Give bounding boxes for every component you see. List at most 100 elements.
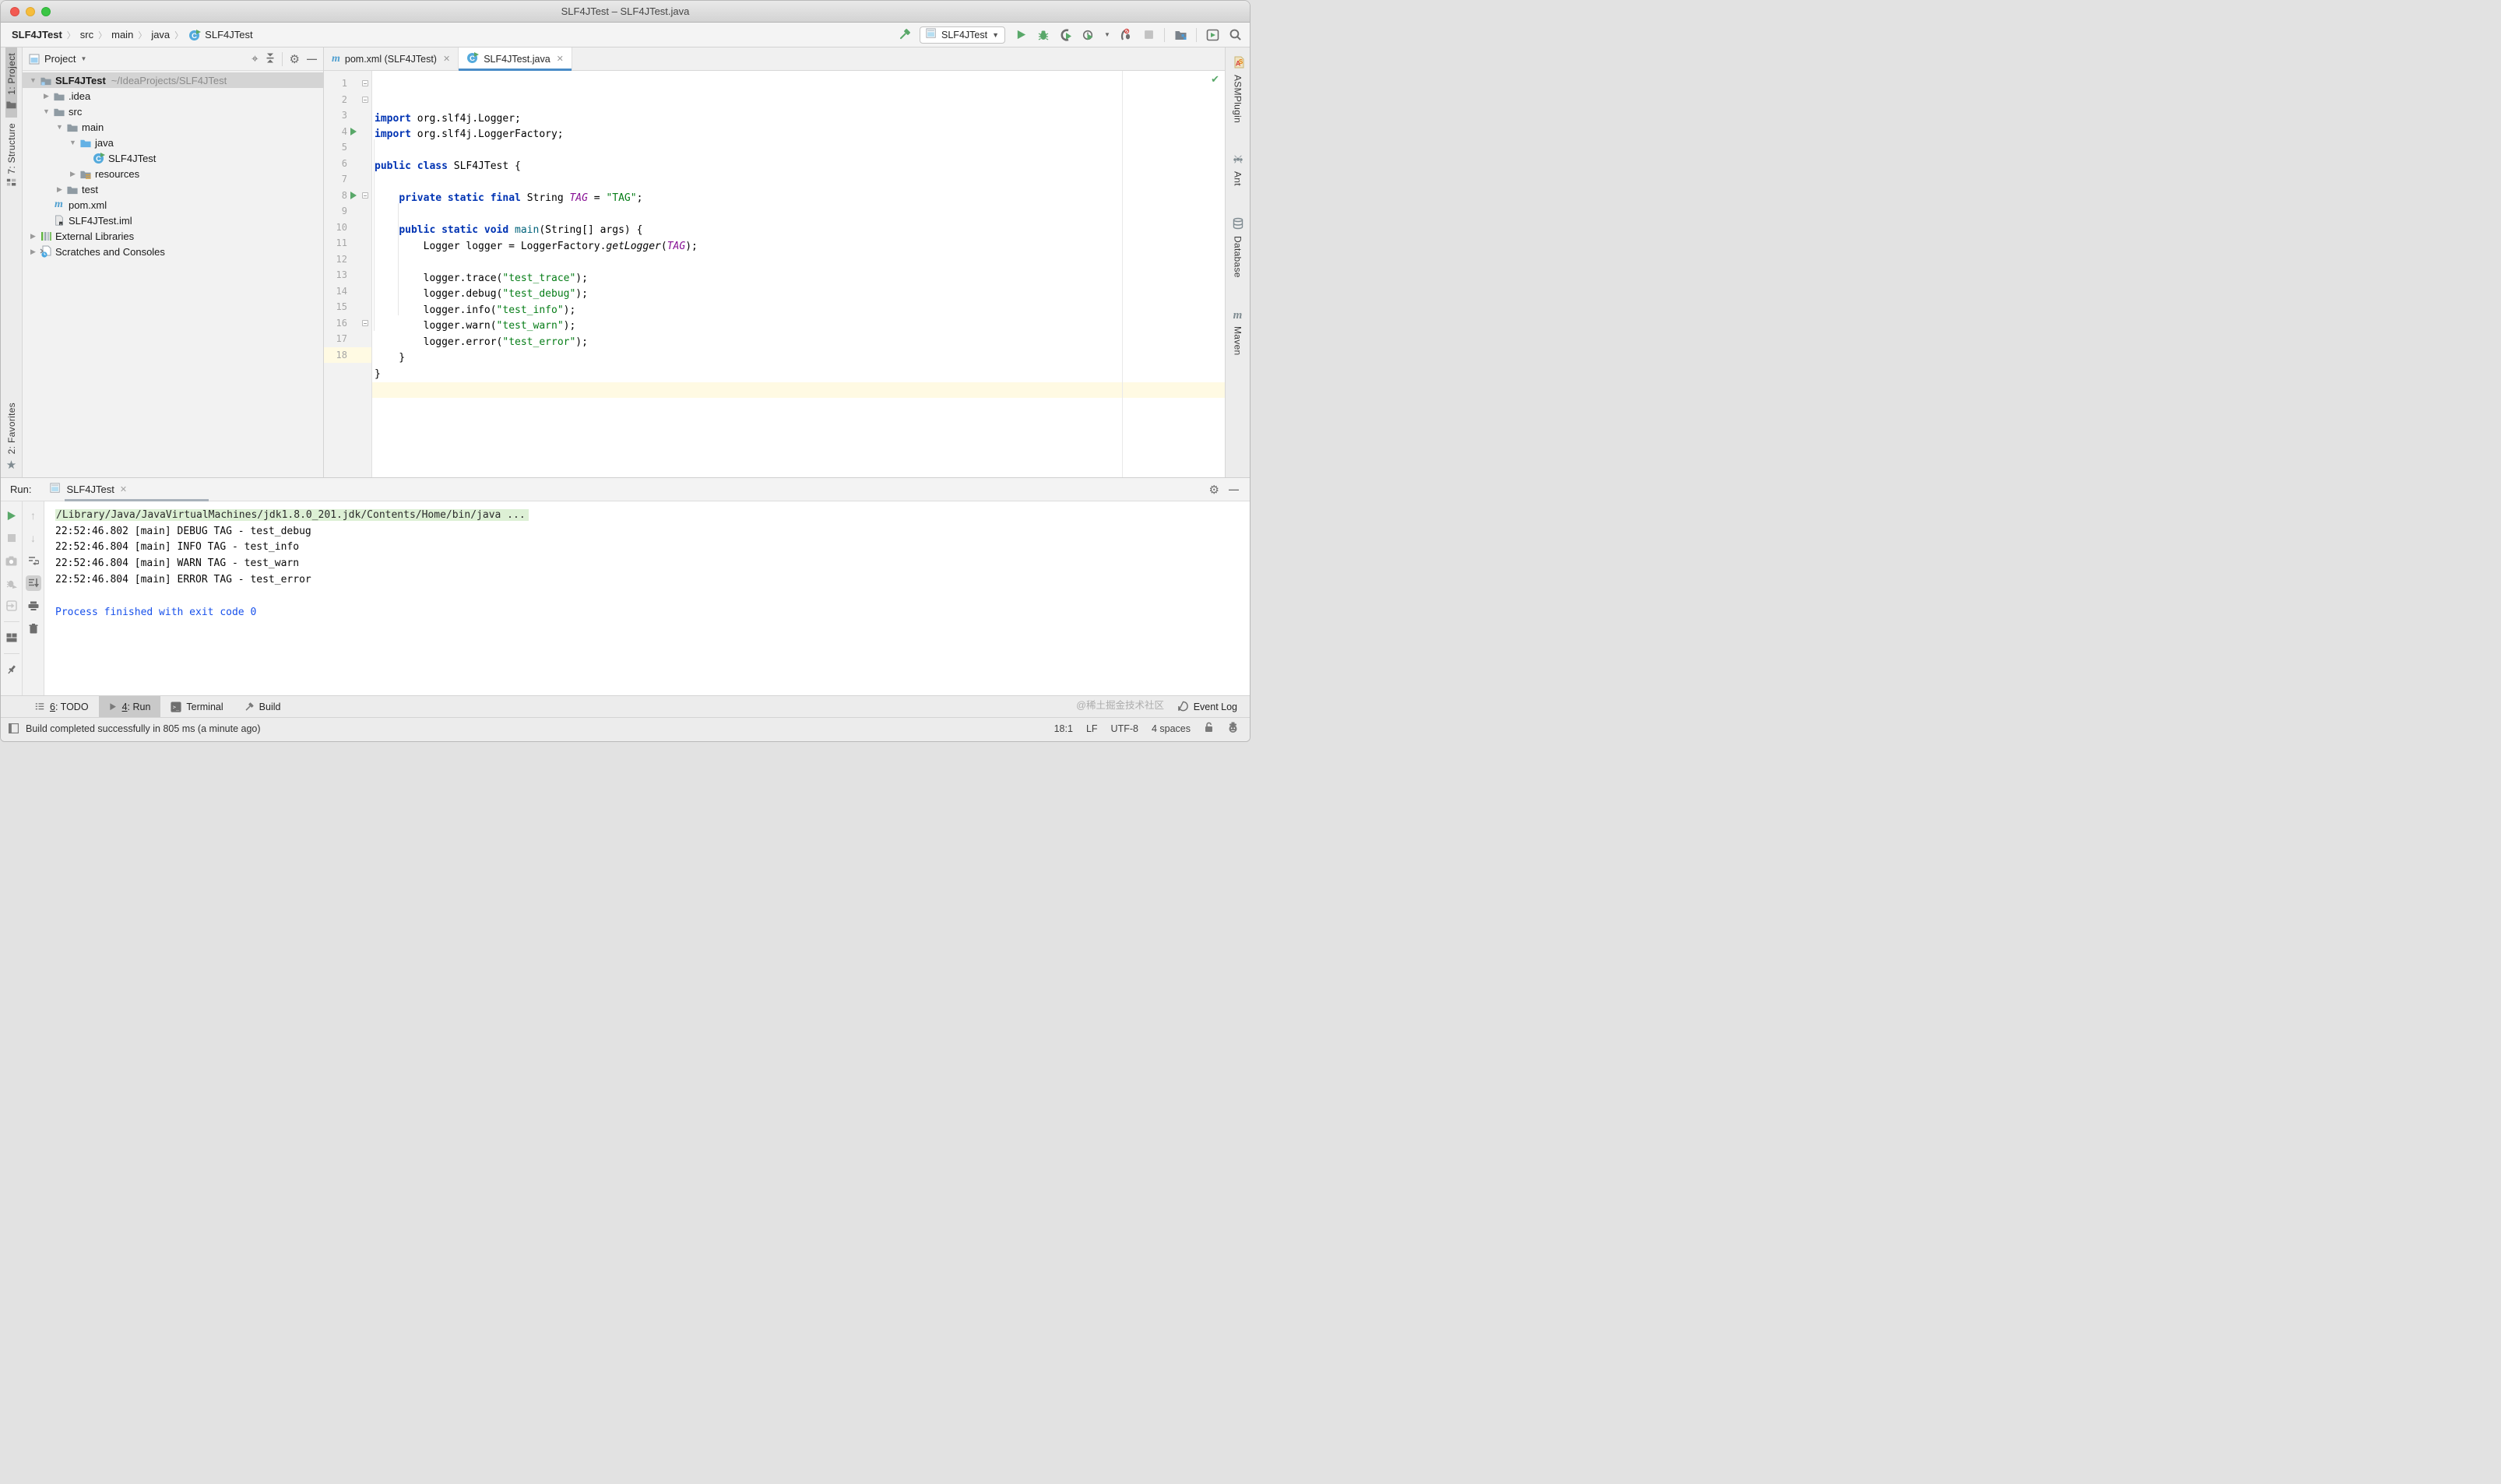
event-log-button[interactable]: Event Log	[1177, 696, 1250, 717]
tree-item-resources[interactable]: ▶resources	[23, 166, 323, 181]
tree-expand-icon[interactable]: ▼	[40, 107, 52, 115]
code-line-8[interactable]: public static void main(String[] args) {	[372, 223, 1225, 239]
stripe-button-1-project[interactable]: 1: Project	[5, 47, 17, 118]
stripe-button-ant[interactable]: Ant	[1232, 149, 1244, 192]
tree-expand-icon[interactable]: ▶	[67, 170, 79, 178]
restart-debug-icon[interactable]	[4, 575, 19, 591]
tree-item-src[interactable]: ▼src	[23, 104, 323, 119]
tree-item-pom-xml[interactable]: mpom.xml	[23, 197, 323, 213]
gradle-gnome-icon[interactable]	[1227, 722, 1239, 736]
breadcrumb-src[interactable]: src	[80, 29, 93, 40]
run-with-coverage-button[interactable]	[1059, 28, 1073, 42]
line-number[interactable]: 10	[324, 222, 347, 233]
stop-process-button[interactable]	[4, 530, 19, 546]
line-number[interactable]: 6	[324, 158, 347, 169]
gear-icon[interactable]: ⚙	[290, 52, 300, 66]
close-icon[interactable]: ✕	[120, 484, 127, 494]
fold-marker-icon[interactable]	[362, 192, 368, 199]
line-number[interactable]: 5	[324, 142, 347, 153]
tree-expand-icon[interactable]: ▶	[54, 185, 65, 194]
tree-item-slf4jtest[interactable]: CSLF4JTest	[23, 150, 323, 166]
tree-item-java[interactable]: ▼java	[23, 135, 323, 150]
locate-file-icon[interactable]: ⌖	[252, 52, 258, 65]
tool-window-toggle-icon[interactable]	[9, 723, 19, 733]
stripe-button-asmplugin[interactable]: ASASMPlugin	[1232, 51, 1244, 128]
file-encoding[interactable]: UTF-8	[1111, 723, 1138, 734]
code-line-7[interactable]	[372, 206, 1225, 223]
attach-debugger-button[interactable]	[1119, 28, 1133, 42]
line-number[interactable]: 7	[324, 174, 347, 185]
code-line-5[interactable]	[372, 174, 1225, 191]
tree-item-slf4jtest[interactable]: ▼SLF4JTest~/IdeaProjects/SLF4JTest	[23, 72, 323, 88]
stripe-button-maven[interactable]: mMaven	[1233, 304, 1243, 361]
capture-snapshot-icon[interactable]	[4, 553, 19, 568]
tool-window-button-build[interactable]: Build	[234, 696, 291, 717]
code-line-16[interactable]: }	[372, 350, 1225, 367]
code-line-9[interactable]: Logger logger = LoggerFactory.getLogger(…	[372, 238, 1225, 255]
fold-marker-icon[interactable]	[362, 80, 368, 86]
code-line-14[interactable]: logger.warn("test_warn");	[372, 318, 1225, 335]
build-hammer-icon[interactable]	[897, 28, 911, 42]
line-number[interactable]: 16	[324, 318, 347, 329]
breadcrumb-java[interactable]: java	[151, 29, 170, 40]
line-number[interactable]: 8	[324, 190, 347, 201]
code-line-10[interactable]	[372, 255, 1225, 271]
rerun-button[interactable]	[4, 508, 19, 523]
indent-style[interactable]: 4 spaces	[1152, 723, 1191, 734]
breadcrumb-class[interactable]: SLF4JTest	[205, 29, 252, 40]
code-line-3[interactable]	[372, 142, 1225, 159]
tool-window-button-4-run[interactable]: 4: Run	[99, 696, 161, 717]
tree-expand-icon[interactable]: ▶	[27, 232, 39, 241]
close-icon[interactable]: ✕	[557, 54, 564, 64]
tree-item-external-libraries[interactable]: ▶External Libraries	[23, 228, 323, 244]
line-number[interactable]: 14	[324, 286, 347, 297]
tree-expand-icon[interactable]: ▼	[67, 139, 79, 146]
tab-slf4jtest-java[interactable]: C SLF4JTest.java ✕	[459, 47, 572, 70]
pin-tab-icon[interactable]	[4, 662, 19, 677]
readonly-lock-icon[interactable]	[1204, 722, 1214, 735]
run-line-icon[interactable]	[350, 128, 357, 135]
line-number[interactable]: 2	[324, 94, 347, 105]
run-tab[interactable]: SLF4JTest ✕	[50, 483, 127, 496]
code-area[interactable]: import org.slf4j.Logger;import org.slf4j…	[372, 71, 1225, 477]
tree-item-scratches-and-consoles[interactable]: ▶Scratches and Consoles	[23, 244, 323, 259]
hide-panel-icon[interactable]: —	[307, 53, 317, 65]
clear-console-icon[interactable]	[26, 621, 41, 636]
line-number[interactable]: 1	[324, 78, 347, 89]
tool-window-button-terminal[interactable]: >_Terminal	[160, 696, 233, 717]
line-number[interactable]: 18	[324, 350, 347, 360]
hide-panel-icon[interactable]: —	[1229, 484, 1239, 495]
collapse-all-icon[interactable]	[266, 53, 275, 65]
stop-button[interactable]	[1141, 28, 1156, 42]
line-number[interactable]: 12	[324, 254, 347, 265]
gear-icon[interactable]: ⚙	[1209, 483, 1219, 497]
tree-expand-icon[interactable]: ▶	[27, 248, 39, 256]
tree-expand-icon[interactable]: ▼	[54, 123, 65, 131]
code-editor[interactable]: 123456789101112131415161718 import org.s…	[324, 71, 1225, 477]
tool-window-button-6-todo[interactable]: 6: TODO	[24, 696, 99, 717]
code-line-18[interactable]	[372, 382, 1225, 399]
console-command-line[interactable]: /Library/Java/JavaVirtualMachines/jdk1.8…	[55, 509, 529, 521]
debug-button[interactable]	[1036, 28, 1050, 42]
tab-pom-xml[interactable]: m pom.xml (SLF4JTest) ✕	[324, 47, 459, 70]
print-icon[interactable]	[26, 598, 41, 614]
run-console[interactable]: /Library/Java/JavaVirtualMachines/jdk1.8…	[44, 501, 1250, 695]
profiler-button[interactable]	[1082, 28, 1096, 42]
code-line-11[interactable]: logger.trace("test_trace");	[372, 270, 1225, 287]
code-line-4[interactable]: public class SLF4JTest {	[372, 159, 1225, 175]
tree-item-main[interactable]: ▼main	[23, 119, 323, 135]
line-number[interactable]: 4	[324, 126, 347, 137]
code-line-12[interactable]: logger.debug("test_debug");	[372, 287, 1225, 303]
code-line-17[interactable]: }	[372, 366, 1225, 382]
run-button[interactable]	[1014, 28, 1028, 42]
line-number[interactable]: 17	[324, 333, 347, 344]
caret-position[interactable]: 18:1	[1054, 723, 1073, 734]
line-number[interactable]: 3	[324, 110, 347, 121]
console-line[interactable]: /Library/Java/JavaVirtualMachines/jdk1.8…	[55, 507, 1250, 523]
breadcrumb-project[interactable]: SLF4JTest	[12, 29, 62, 40]
tree-expand-icon[interactable]: ▼	[27, 76, 39, 84]
status-message[interactable]: Build completed successfully in 805 ms (…	[26, 723, 261, 734]
project-panel-title[interactable]: Project	[44, 53, 76, 65]
stripe-button-2-favorites[interactable]: 2: Favorites★	[6, 397, 17, 477]
line-separator[interactable]: LF	[1086, 723, 1098, 734]
